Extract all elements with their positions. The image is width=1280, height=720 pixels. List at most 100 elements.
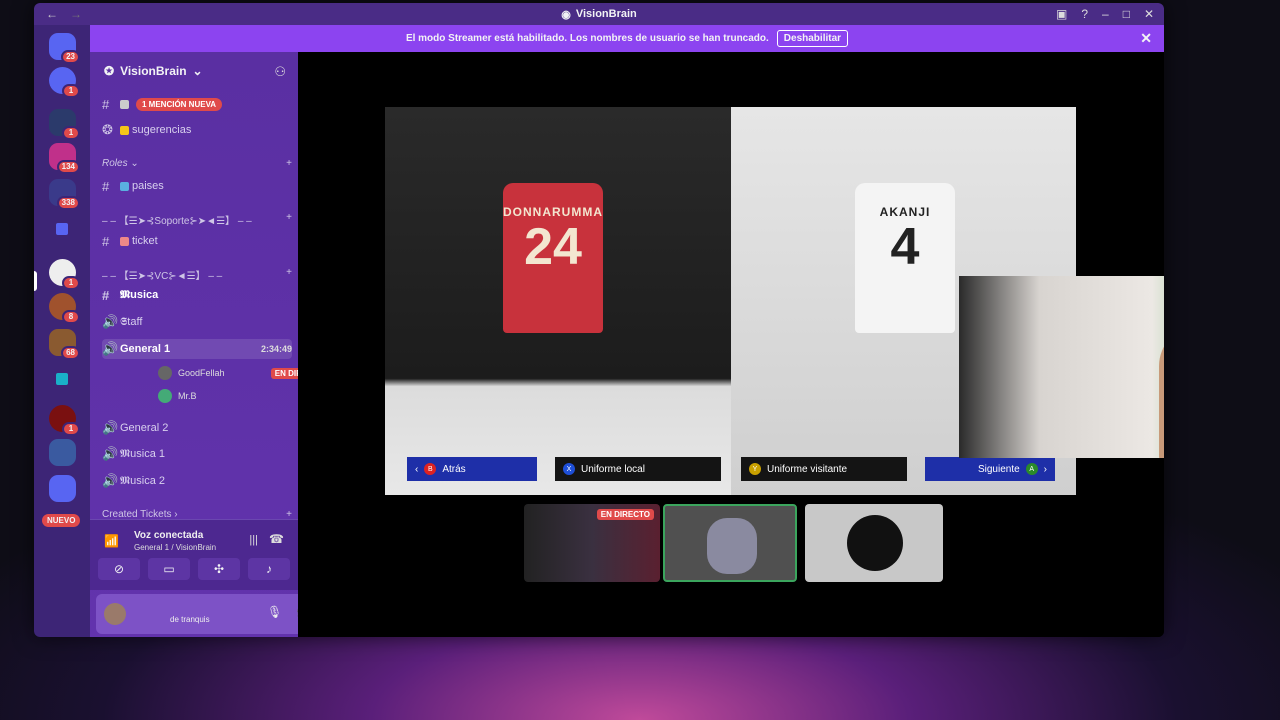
app-logo-icon: ◉ bbox=[561, 8, 571, 21]
channel-sugerencias[interactable]: ❂ sugerencias bbox=[102, 120, 292, 140]
close-window-button[interactable]: ✕ bbox=[1144, 7, 1154, 21]
channel-musica-2[interactable]: 🔊 𝕸usica 2 bbox=[102, 471, 292, 491]
hash-icon: # bbox=[102, 233, 110, 249]
category-vc[interactable]: – – 【☰➤⊰VC⊱◄☰】 – – + bbox=[102, 267, 292, 282]
home-kit-panel: DONNARUMMA 24 bbox=[385, 107, 731, 495]
away-jersey: AKANJI 4 bbox=[855, 183, 955, 333]
avatar[interactable] bbox=[104, 603, 126, 625]
emoji-icon bbox=[120, 99, 129, 109]
channel-sidebar: ✪ VisionBrain ⌄ ⚇ # 1 MENCIÓN NUEVA ❂ su… bbox=[90, 52, 346, 637]
minimize-button[interactable]: – bbox=[1102, 7, 1109, 21]
user-status: de tranquis bbox=[170, 615, 210, 624]
channel-staff[interactable]: 🔊 𝕾taff bbox=[102, 312, 292, 332]
banner-text: El modo Streamer está habilitado. Los no… bbox=[405, 33, 769, 44]
screen-share-button[interactable]: ▭ bbox=[148, 558, 190, 580]
emoji-icon bbox=[120, 181, 129, 191]
mention-badge[interactable]: 1 MENCIÓN NUEVA bbox=[136, 97, 223, 111]
hash-icon: # bbox=[102, 287, 110, 303]
channel-musica[interactable]: # 𝕸usica bbox=[102, 285, 292, 305]
next-hud-button[interactable]: Siguiente A › bbox=[925, 457, 1055, 481]
hash-icon: # bbox=[102, 96, 110, 112]
server-icon[interactable] bbox=[49, 439, 76, 466]
server-icon[interactable] bbox=[49, 475, 76, 502]
avatar bbox=[158, 389, 172, 403]
titlebar: ← → ◉ VisionBrain ▣ ? – □ ✕ bbox=[34, 3, 1164, 25]
server-list: 23 1 1 134 338 1 8 68 1 NUEVO bbox=[34, 25, 90, 637]
close-icon[interactable]: ✕ bbox=[1140, 30, 1152, 47]
emoji-icon bbox=[120, 236, 129, 246]
server-icon[interactable]: 68 bbox=[49, 329, 80, 360]
noise-suppression-icon[interactable]: ||| bbox=[249, 534, 258, 546]
server-icon[interactable]: 8 bbox=[49, 293, 80, 324]
channel-musica-1[interactable]: 🔊 𝕸usica 1 bbox=[102, 444, 292, 464]
speaker-icon: 🔊 bbox=[102, 446, 119, 461]
soundboard-button[interactable]: ♪ bbox=[248, 558, 290, 580]
voice-lock-icon: 🔊 bbox=[102, 314, 119, 329]
chevron-down-icon: ⌄ bbox=[192, 64, 203, 78]
call-timer: 2:34:49 bbox=[260, 344, 292, 354]
app-window: ← → ◉ VisionBrain ▣ ? – □ ✕ El modo Stre… bbox=[34, 3, 1164, 637]
home-kit-hud-button[interactable]: X Uniforme local bbox=[555, 457, 721, 481]
server-logo-icon: ✪ bbox=[104, 64, 115, 78]
participant-tile[interactable] bbox=[805, 504, 943, 582]
server-icon[interactable]: 1 bbox=[49, 259, 80, 290]
add-channel-icon[interactable]: + bbox=[286, 158, 292, 169]
folder-icon[interactable] bbox=[56, 223, 68, 235]
disconnect-icon[interactable]: ☎ bbox=[269, 532, 284, 546]
channel-general-1[interactable]: 🔊 General 1 2:34:49 bbox=[102, 339, 292, 359]
speaker-icon: 🔊 bbox=[102, 473, 119, 488]
away-kit-hud-button[interactable]: Y Uniforme visitante bbox=[741, 457, 907, 481]
streamer bbox=[1159, 326, 1164, 458]
stream-tile[interactable]: EN DIRECTO bbox=[524, 504, 660, 582]
live-badge: EN DIRECTO bbox=[596, 509, 654, 520]
emoji-icon bbox=[120, 125, 129, 135]
stream-stage: DONNARUMMA 24 AKANJI 4 ‹ B Atrás X Unifo… bbox=[298, 52, 1164, 637]
window-controls: ▣ ? – □ ✕ bbox=[1056, 7, 1154, 21]
server-icon[interactable]: 1 bbox=[49, 109, 80, 140]
server-icon[interactable]: 1 bbox=[49, 67, 80, 98]
new-badge: NUEVO bbox=[42, 514, 81, 527]
channel-hidden[interactable]: # 1 MENCIÓN NUEVA bbox=[102, 94, 292, 114]
server-icon[interactable]: 1 bbox=[49, 405, 80, 436]
server-icon[interactable]: 338 bbox=[49, 179, 80, 210]
hash-icon: # bbox=[102, 178, 110, 194]
folder-icon[interactable] bbox=[56, 373, 68, 385]
nav-arrows: ← → bbox=[46, 7, 82, 21]
forward-arrow-icon[interactable]: → bbox=[70, 7, 82, 21]
avatar bbox=[847, 515, 903, 571]
back-arrow-icon[interactable]: ← bbox=[46, 7, 58, 21]
server-icon[interactable]: 134 bbox=[49, 143, 80, 174]
channel-general-2[interactable]: 🔊 General 2 bbox=[102, 418, 292, 438]
streamer-mode-banner: El modo Streamer está habilitado. Los no… bbox=[90, 25, 1164, 52]
back-hud-button[interactable]: ‹ B Atrás bbox=[407, 457, 537, 481]
voice-connected-panel: 📶 Voz conectada General 1 / VisionBrain … bbox=[90, 519, 298, 590]
participant-tile-active[interactable] bbox=[663, 504, 797, 582]
channel-paises[interactable]: # paises bbox=[102, 176, 292, 196]
home-jersey: DONNARUMMA 24 bbox=[503, 183, 603, 333]
invite-icon[interactable]: ⚇ bbox=[274, 64, 286, 80]
activities-button[interactable]: ✣ bbox=[198, 558, 240, 580]
maximize-button[interactable]: □ bbox=[1123, 7, 1130, 21]
add-channel-icon[interactable]: + bbox=[286, 212, 292, 227]
speaker-icon: 🔊 bbox=[102, 341, 119, 356]
disable-streamer-button[interactable]: Deshabilitar bbox=[776, 30, 849, 47]
avatar bbox=[158, 366, 172, 380]
chevron-right-icon: › bbox=[1043, 463, 1047, 475]
add-channel-icon[interactable]: + bbox=[286, 267, 292, 282]
inbox-icon[interactable]: ▣ bbox=[1056, 7, 1067, 21]
avatar bbox=[707, 518, 757, 574]
category-roles[interactable]: Roles ⌄ + bbox=[102, 158, 292, 169]
category-soporte[interactable]: – – 【☰➤⊰Soporte⊱➤◄☰】 – – + bbox=[102, 212, 292, 227]
microphone-icon[interactable]: 🎙 bbox=[267, 605, 282, 619]
window-title: ◉ VisionBrain bbox=[561, 8, 637, 21]
chevron-left-icon: ‹ bbox=[415, 463, 419, 475]
channel-ticket[interactable]: # ticket bbox=[102, 231, 292, 251]
server-header[interactable]: ✪ VisionBrain ⌄ bbox=[104, 64, 203, 78]
help-icon[interactable]: ? bbox=[1081, 7, 1088, 21]
webcam-overlay bbox=[959, 276, 1164, 458]
camera-off-button[interactable]: ⊘ bbox=[98, 558, 140, 580]
direct-messages-icon[interactable]: 23 bbox=[49, 33, 80, 64]
speaker-icon: 🔊 bbox=[102, 420, 119, 435]
forum-icon: ❂ bbox=[102, 122, 113, 137]
signal-icon[interactable]: 📶 bbox=[104, 534, 119, 548]
